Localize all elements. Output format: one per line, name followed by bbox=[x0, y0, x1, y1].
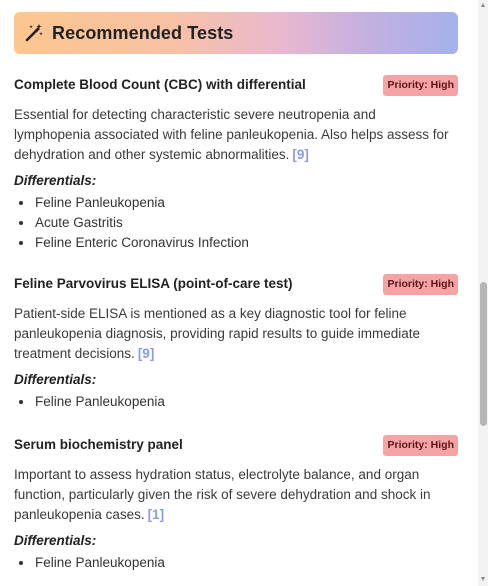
test-name: Feline Parvovirus ELISA (point-of-care t… bbox=[14, 276, 293, 291]
test-card: Serum biochemistry panel Priority: High … bbox=[14, 435, 458, 573]
section-header: Recommended Tests bbox=[14, 12, 458, 54]
test-name: Complete Blood Count (CBC) with differen… bbox=[14, 77, 306, 92]
test-card: Feline Parvovirus ELISA (point-of-care t… bbox=[14, 274, 458, 412]
list-item: Feline Panleukopenia bbox=[34, 392, 458, 412]
description-text: Patient-side ELISA is mentioned as a key… bbox=[14, 306, 421, 361]
magic-wand-icon bbox=[24, 23, 44, 43]
priority-badge: Priority: High bbox=[383, 435, 458, 456]
test-description: Essential for detecting characteristic s… bbox=[14, 105, 454, 165]
citation-link[interactable]: [9] bbox=[292, 147, 309, 162]
test-name: Serum biochemistry panel bbox=[14, 437, 183, 452]
description-text: Important to assess hydration status, el… bbox=[14, 467, 431, 522]
section-title: Recommended Tests bbox=[52, 22, 234, 43]
differentials-label: Differentials: bbox=[14, 533, 97, 548]
priority-badge: Priority: High bbox=[383, 274, 458, 295]
scroll-up-arrow-icon[interactable]: ▲ bbox=[479, 2, 487, 10]
differentials-list: Feline Panleukopenia Acute Gastritis Fel… bbox=[14, 193, 458, 253]
list-item: Acute Gastritis bbox=[34, 213, 458, 233]
citation-link[interactable]: [9] bbox=[138, 346, 155, 361]
differentials-label: Differentials: bbox=[14, 173, 97, 188]
priority-badge: Priority: High bbox=[383, 75, 458, 96]
differentials-list: Feline Panleukopenia bbox=[14, 553, 458, 573]
scroll-down-arrow-icon[interactable]: ▼ bbox=[479, 576, 487, 584]
list-item: Feline Enteric Coronavirus Infection bbox=[34, 233, 458, 253]
test-description: Patient-side ELISA is mentioned as a key… bbox=[14, 304, 454, 364]
test-card: Complete Blood Count (CBC) with differen… bbox=[14, 75, 458, 253]
list-item: Feline Panleukopenia bbox=[34, 553, 458, 573]
citation-link[interactable]: [1] bbox=[148, 507, 165, 522]
description-text: Essential for detecting characteristic s… bbox=[14, 107, 449, 162]
scrollbar-thumb[interactable] bbox=[480, 282, 487, 426]
test-description: Important to assess hydration status, el… bbox=[14, 465, 454, 525]
list-item: Feline Panleukopenia bbox=[34, 193, 458, 213]
differentials-label: Differentials: bbox=[14, 372, 97, 387]
differentials-list: Feline Panleukopenia bbox=[14, 392, 458, 412]
recommended-tests-panel: Recommended Tests Complete Blood Count (… bbox=[0, 0, 488, 586]
